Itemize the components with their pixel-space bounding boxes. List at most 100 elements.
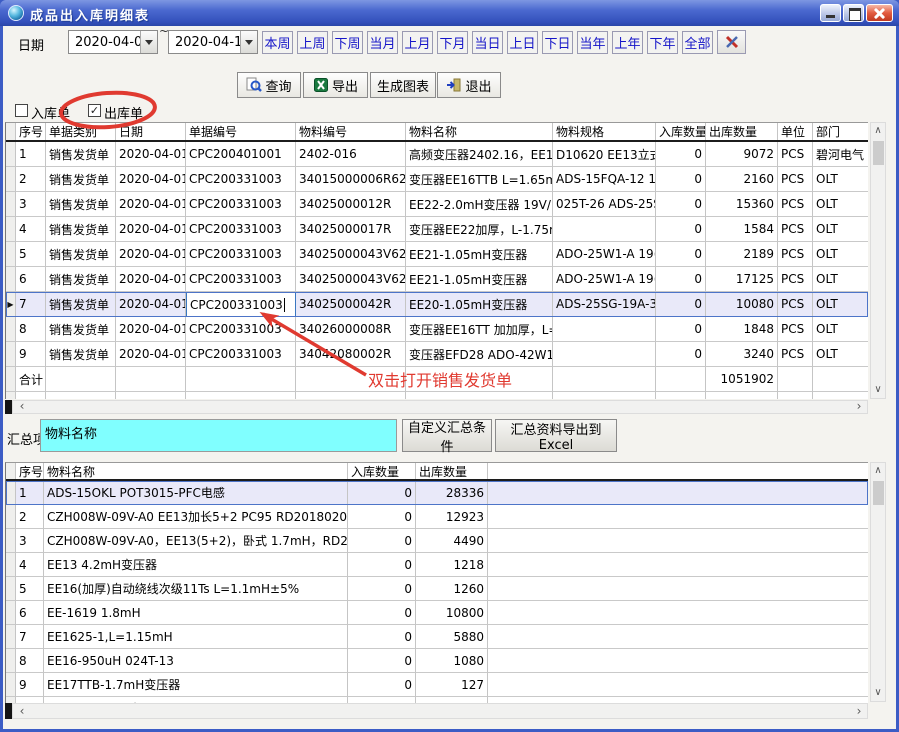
table-cell[interactable]: CZH008W-09V-A0 EE13加长5+2 PC95 RD20180202 (44, 505, 348, 529)
table-cell[interactable]: 127 (416, 673, 488, 697)
table-row[interactable]: 5销售发货单2020-04-01CPC20033100334025000043V… (6, 242, 868, 267)
date-nav-button[interactable]: 上日 (507, 31, 538, 54)
table-cell[interactable]: EE21-1.05mH变压器 (406, 242, 553, 267)
table-cell[interactable]: 34025000043V62 (296, 267, 406, 292)
column-header[interactable]: 入库数量 (348, 463, 416, 479)
table-cell[interactable]: 变压器EE16TT 加加厚，L= (406, 317, 553, 342)
table-row[interactable]: ▶7销售发货单2020-04-01CPC20033100334025000042… (6, 292, 868, 317)
column-header[interactable]: 部门 (813, 123, 868, 140)
table-cell[interactable]: 2 (16, 167, 46, 192)
table-cell[interactable]: CPC200331003 (186, 342, 296, 367)
table-cell[interactable] (778, 367, 813, 392)
row-indicator[interactable] (6, 367, 16, 392)
table-cell[interactable]: 2020-04-01 (116, 317, 186, 342)
column-header[interactable]: 入库数量 (656, 123, 706, 140)
table-cell[interactable]: 0 (348, 577, 416, 601)
table-cell[interactable] (406, 367, 553, 392)
table-cell[interactable]: CPC200331003 (186, 242, 296, 267)
table-cell[interactable]: 0 (656, 217, 706, 242)
detail-table-hscrollbar[interactable]: ‹ › (12, 400, 868, 414)
summary-export-excel-button[interactable]: 汇总资料导出到Excel (495, 419, 617, 452)
table-cell[interactable] (406, 392, 553, 399)
table-cell[interactable]: 0 (656, 192, 706, 217)
table-cell[interactable]: 9072 (706, 142, 778, 167)
table-cell[interactable] (656, 367, 706, 392)
table-cell[interactable]: EE21-1.05mH变压器 (406, 267, 553, 292)
row-filler[interactable] (488, 649, 868, 673)
custom-summary-button[interactable]: 自定义汇总条件 (402, 419, 492, 452)
table-cell[interactable]: CPC200331003 (186, 317, 296, 342)
table-cell[interactable] (296, 367, 406, 392)
table-cell[interactable]: 高频变压器2402.16，EE13 (406, 142, 553, 167)
table-cell[interactable]: 2020-04-01 (116, 292, 186, 317)
table-cell[interactable]: 销售发货单 (46, 142, 116, 167)
table-cell[interactable]: EE1625-1,L=1.15mH (44, 625, 348, 649)
table-cell[interactable]: OLT (813, 292, 868, 317)
minimize-button[interactable] (820, 4, 841, 22)
table-cell[interactable]: EE16-950uH 024T-13 (44, 649, 348, 673)
table-row[interactable]: 1ADS-15OKL POT3015-PFC电感028336 (6, 481, 868, 505)
table-cell[interactable]: 34015000006R62 (296, 167, 406, 192)
table-cell[interactable]: 34025000012R (296, 192, 406, 217)
table-cell[interactable]: 碧河电气 (813, 142, 868, 167)
table-cell[interactable]: 2189 (706, 242, 778, 267)
row-filler[interactable] (488, 577, 868, 601)
column-header[interactable]: 物料名称 (406, 123, 553, 140)
scrollbar-thumb[interactable] (873, 481, 884, 505)
row-indicator[interactable] (6, 267, 16, 292)
table-cell[interactable]: 变压器EE16TTB L=1.65mH (406, 167, 553, 192)
table-cell[interactable] (553, 342, 656, 367)
outbound-checkbox[interactable]: ✓ (88, 104, 101, 117)
table-row[interactable]: 5EE16(加厚)自动绕线次级11Ts L=1.1mH±5%01260 (6, 577, 868, 601)
table-cell[interactable]: PCS (778, 317, 813, 342)
table-cell[interactable]: 6 (16, 601, 44, 625)
maximize-button[interactable] (843, 4, 864, 22)
table-cell[interactable]: 0 (348, 505, 416, 529)
detail-table-vscrollbar[interactable]: ∧ ∨ (870, 122, 886, 399)
table-cell[interactable]: 12923 (416, 505, 488, 529)
date-nav-button[interactable]: 上周 (297, 31, 328, 54)
column-header[interactable]: 日期 (116, 123, 186, 140)
table-row[interactable]: 4销售发货单2020-04-01CPC20033100334025000017R… (6, 217, 868, 242)
table-cell[interactable]: OLT (813, 342, 868, 367)
row-indicator[interactable] (6, 167, 16, 192)
date-from-select[interactable]: 2020-04-01 (68, 30, 158, 54)
date-nav-button[interactable]: 下周 (332, 31, 363, 54)
column-header[interactable]: 物料名称 (44, 463, 348, 479)
table-cell[interactable]: 0 (348, 649, 416, 673)
table-cell[interactable] (706, 392, 778, 399)
row-indicator[interactable] (6, 577, 16, 601)
table-cell[interactable]: 10800 (416, 601, 488, 625)
table-cell[interactable]: 2020-04-01 (116, 342, 186, 367)
scroll-left-icon[interactable]: ‹ (15, 704, 29, 716)
table-cell[interactable]: CPC200401001 (186, 142, 296, 167)
table-cell[interactable]: 2020-04-01 (116, 142, 186, 167)
table-cell[interactable] (553, 217, 656, 242)
table-row[interactable]: 1销售发货单2020-04-01CPC2004010012402-016高频变压… (6, 142, 868, 167)
row-indicator[interactable] (6, 529, 16, 553)
table-cell[interactable]: 销售发货单 (46, 267, 116, 292)
column-header[interactable]: 单据类别 (46, 123, 116, 140)
scroll-down-icon[interactable]: ∨ (871, 382, 885, 398)
title-bar[interactable]: 成品出入库明细表 (0, 0, 899, 26)
row-filler[interactable] (488, 625, 868, 649)
table-cell[interactable]: 0 (348, 529, 416, 553)
row-indicator[interactable] (6, 505, 16, 529)
date-nav-button[interactable]: 当月 (367, 31, 398, 54)
column-header[interactable]: 物料编号 (296, 123, 406, 140)
table-cell[interactable] (16, 392, 46, 399)
table-cell[interactable]: PCS (778, 217, 813, 242)
table-cell[interactable]: 28336 (416, 481, 488, 505)
table-row[interactable]: 7EE1625-1,L=1.15mH05880 (6, 625, 868, 649)
table-cell[interactable]: EE20-1.05mH变压器 (406, 292, 553, 317)
table-cell[interactable]: 0 (348, 553, 416, 577)
table-cell[interactable]: PCS (778, 192, 813, 217)
table-cell[interactable]: 0 (656, 342, 706, 367)
table-cell[interactable]: 34026000008R (296, 317, 406, 342)
table-cell[interactable]: 5 (16, 242, 46, 267)
table-cell[interactable] (116, 392, 186, 399)
summary-table-vscrollbar[interactable]: ∧ ∨ (870, 462, 886, 702)
table-cell[interactable]: CPC200331003 (186, 167, 296, 192)
table-cell[interactable]: 4490 (416, 529, 488, 553)
chevron-down-icon[interactable] (240, 31, 257, 53)
